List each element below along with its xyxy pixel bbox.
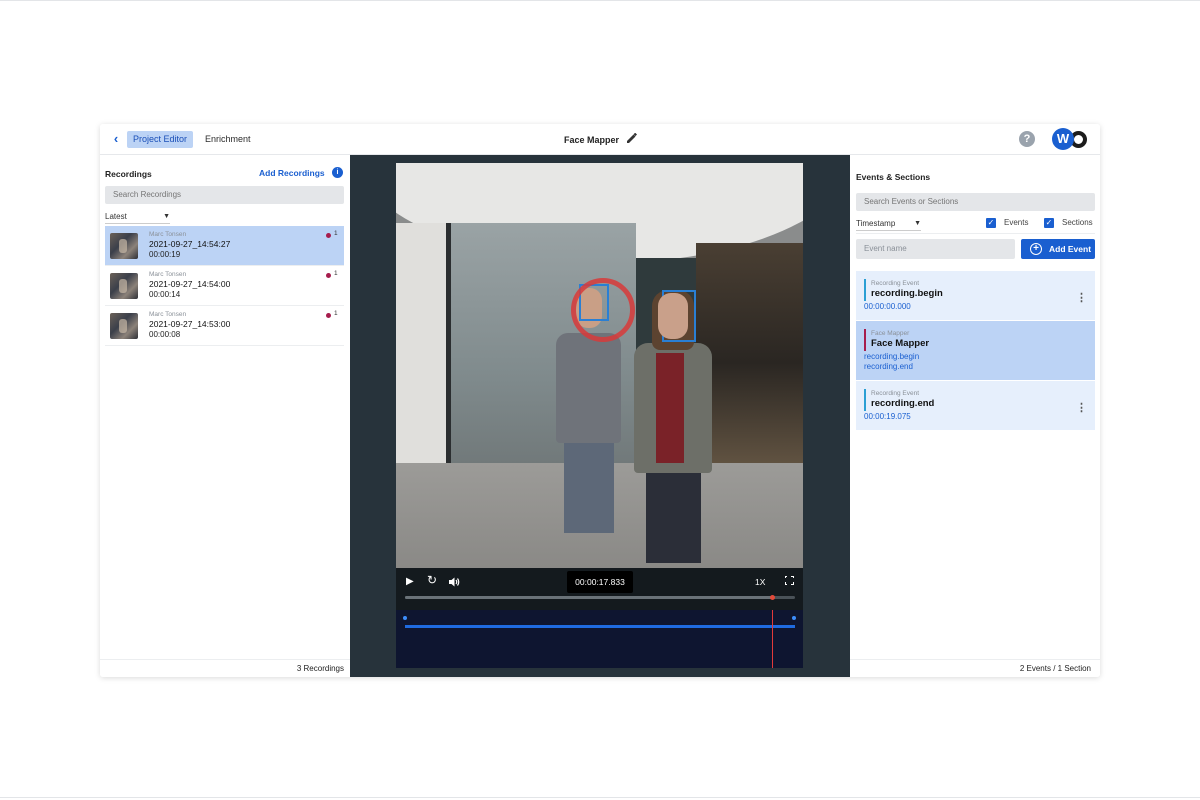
list-item[interactable]: Marc Tonsen 2021-09-27_14:54:00 00:00:14… <box>105 266 344 306</box>
fullscreen-icon[interactable] <box>784 575 794 585</box>
caret-down-icon: ▼ <box>163 213 170 220</box>
recordings-count: 3 Recordings <box>100 659 350 677</box>
gaze-circle <box>571 278 635 342</box>
question-icon[interactable]: ? <box>1019 131 1035 147</box>
event-count: 1 <box>334 310 338 317</box>
event-color-bar <box>864 389 866 411</box>
progress-bar[interactable] <box>405 595 795 600</box>
top-bar: ‹ Project Editor Enrichment Face Mapper … <box>100 124 1100 155</box>
timeline[interactable] <box>396 610 803 668</box>
video-frame[interactable] <box>396 163 803 568</box>
event-name: recording.begin <box>871 288 943 299</box>
plus-circle-icon: + <box>1030 243 1042 255</box>
event-count: 1 <box>334 270 338 277</box>
section-track[interactable] <box>405 625 795 628</box>
recordings-panel: Recordings Add Recordings i Latest ▼ Mar… <box>100 155 350 677</box>
section-item[interactable]: Face Mapper Face Mapper recording.begin … <box>856 321 1095 381</box>
section-start-link[interactable]: recording.begin <box>864 352 919 361</box>
event-timestamp-link[interactable]: 00:00:00.000 <box>864 302 911 311</box>
event-dot-icon <box>326 233 331 238</box>
timeline-start-marker[interactable] <box>403 616 407 620</box>
playback-speed-button[interactable]: 1X <box>755 577 765 587</box>
sort-label: Timestamp <box>856 219 896 228</box>
add-event-button[interactable]: + Add Event <box>1021 239 1095 259</box>
event-dot-icon <box>326 273 331 278</box>
recordings-search-input[interactable] <box>105 186 344 204</box>
section-color-bar <box>864 329 866 351</box>
event-kind: Recording Event <box>871 280 920 287</box>
recording-thumbnail <box>110 273 138 299</box>
playhead[interactable] <box>771 610 774 668</box>
event-name: recording.end <box>871 398 935 409</box>
recording-thumbnail <box>110 313 138 339</box>
sections-checkbox[interactable]: ✓ <box>1044 218 1054 228</box>
recordings-header: Recordings <box>105 169 152 179</box>
chevron-left-icon[interactable]: ‹ <box>109 132 123 146</box>
player-panel: ▶ ↻ 00:00:17.833 1X <box>350 155 850 677</box>
avatar[interactable]: W <box>1052 128 1074 150</box>
progress-fill <box>405 596 772 599</box>
recording-duration: 00:00:08 <box>149 330 181 339</box>
play-icon[interactable]: ▶ <box>406 577 414 587</box>
recording-thumbnail <box>110 233 138 259</box>
recording-author: Marc Tonsen <box>149 311 187 318</box>
event-item[interactable]: Recording Event recording.begin 00:00:00… <box>856 271 1095 321</box>
recording-name: 2021-09-27_14:53:00 <box>149 319 231 329</box>
event-kind: Face Mapper <box>871 330 910 337</box>
recording-name: 2021-09-27_14:54:27 <box>149 239 231 249</box>
progress-knob[interactable] <box>769 595 775 600</box>
event-count: 1 <box>334 230 338 237</box>
recordings-list: Marc Tonsen 2021-09-27_14:54:27 00:00:19… <box>105 226 344 346</box>
event-name: Face Mapper <box>871 338 930 349</box>
event-kind: Recording Event <box>871 390 920 397</box>
project-title-wrap: Face Mapper <box>564 131 638 149</box>
event-color-bar <box>864 279 866 301</box>
recordings-sort-select[interactable]: Latest ▼ <box>105 210 170 224</box>
info-icon[interactable]: i <box>332 167 343 178</box>
add-recordings-button[interactable]: Add Recordings <box>259 168 325 178</box>
timeline-end-marker[interactable] <box>792 616 796 620</box>
tab-enrichment[interactable]: Enrichment <box>199 131 257 148</box>
section-end-link[interactable]: recording.end <box>864 362 913 371</box>
more-vertical-icon[interactable]: ⋮ <box>1076 293 1087 304</box>
more-vertical-icon[interactable]: ⋮ <box>1076 403 1087 414</box>
events-header: Events & Sections <box>856 172 931 182</box>
loop-icon[interactable]: ↻ <box>427 574 437 586</box>
tab-project-editor[interactable]: Project Editor <box>127 131 194 148</box>
list-item[interactable]: Marc Tonsen 2021-09-27_14:54:27 00:00:19… <box>105 226 344 266</box>
events-panel: Events & Sections Timestamp ▼ ✓ Events ✓… <box>850 155 1100 677</box>
events-search-input[interactable] <box>856 193 1095 211</box>
pencil-icon[interactable] <box>626 131 638 149</box>
current-time: 00:00:17.833 <box>567 571 633 593</box>
recording-duration: 00:00:19 <box>149 250 181 259</box>
volume-icon[interactable] <box>449 577 460 590</box>
recording-name: 2021-09-27_14:54:00 <box>149 279 231 289</box>
sections-filter-label: Sections <box>1062 218 1093 227</box>
event-timestamp-link[interactable]: 00:00:19.075 <box>864 412 911 421</box>
caret-down-icon: ▼ <box>914 220 921 227</box>
recording-author: Marc Tonsen <box>149 231 187 238</box>
list-item[interactable]: Marc Tonsen 2021-09-27_14:53:00 00:00:08… <box>105 306 344 346</box>
divider <box>856 233 1095 234</box>
scene-person-right <box>626 290 721 563</box>
add-event-label: Add Event <box>1049 244 1092 254</box>
sort-label: Latest <box>105 212 127 221</box>
app-window: ‹ Project Editor Enrichment Face Mapper … <box>100 124 1100 677</box>
events-sort-select[interactable]: Timestamp ▼ <box>856 217 921 231</box>
event-dot-icon <box>326 313 331 318</box>
events-list: Recording Event recording.begin 00:00:00… <box>856 271 1095 431</box>
event-item[interactable]: Recording Event recording.end 00:00:19.0… <box>856 381 1095 431</box>
recording-author: Marc Tonsen <box>149 271 187 278</box>
event-name-input[interactable]: Event name <box>856 239 1015 259</box>
events-filter-label: Events <box>1004 218 1029 227</box>
recording-duration: 00:00:14 <box>149 290 181 299</box>
player-controls: ▶ ↻ 00:00:17.833 1X <box>396 568 803 610</box>
events-count: 2 Events / 1 Section <box>850 659 1100 677</box>
page-title: Face Mapper <box>564 134 620 145</box>
events-checkbox[interactable]: ✓ <box>986 218 996 228</box>
